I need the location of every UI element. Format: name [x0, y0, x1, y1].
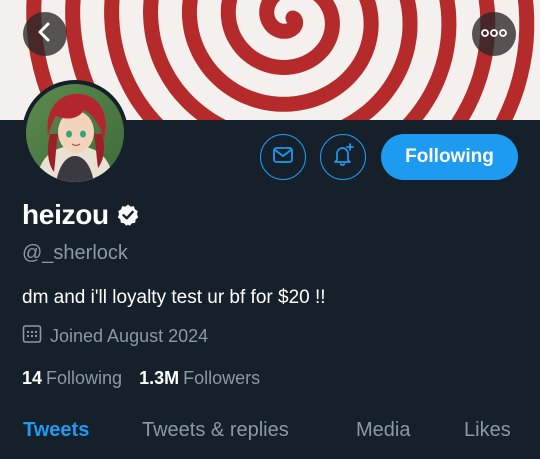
- name-row: heizou: [22, 199, 140, 231]
- tab-likes[interactable]: Likes: [464, 419, 511, 442]
- more-dots-icon: [481, 25, 507, 43]
- back-button[interactable]: [23, 12, 67, 56]
- joined-text: Joined August 2024: [50, 326, 209, 346]
- tab-tweets[interactable]: Tweets: [23, 419, 89, 442]
- follow-stats: 14 Following 1.3M Followers: [22, 368, 277, 389]
- followers-count: 1.3M: [139, 368, 180, 388]
- following-button[interactable]: Following: [381, 134, 518, 180]
- user-handle: @_sherlock: [22, 242, 128, 264]
- display-name: heizou: [22, 199, 109, 230]
- message-button[interactable]: [260, 134, 306, 180]
- tab-media[interactable]: Media: [356, 419, 410, 442]
- profile-bio: dm and i'll loyalty test ur bf for $20 !…: [22, 287, 326, 308]
- following-count: 14: [22, 368, 43, 388]
- more-options-button[interactable]: [472, 12, 516, 56]
- profile-tabs: Tweets Tweets & replies Media Likes: [0, 419, 540, 459]
- following-label: Following: [46, 368, 123, 388]
- avatar[interactable]: [22, 80, 128, 186]
- followers-label: Followers: [183, 368, 261, 388]
- tab-tweets-replies[interactable]: Tweets & replies: [142, 419, 289, 442]
- verified-badge-icon: [116, 203, 140, 227]
- joined-date: Joined August 2024: [22, 324, 208, 349]
- mail-icon: [271, 143, 295, 172]
- following-stat[interactable]: 14 Following: [22, 368, 122, 389]
- calendar-icon: [22, 324, 50, 349]
- chevron-left-icon: [35, 21, 55, 48]
- notify-button[interactable]: [320, 134, 366, 180]
- avatar-image: [26, 84, 124, 182]
- followers-stat[interactable]: 1.3M Followers: [139, 368, 260, 389]
- bell-plus-icon: [330, 142, 356, 173]
